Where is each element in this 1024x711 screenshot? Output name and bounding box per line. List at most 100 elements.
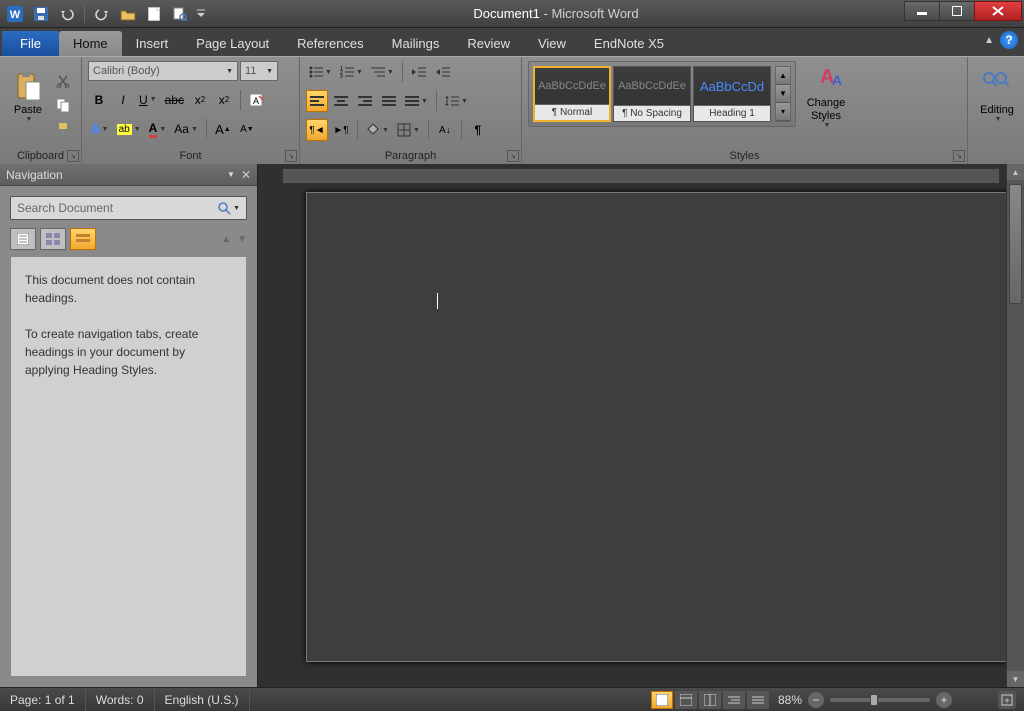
navigation-pane: Navigation ▼ ✕ Search Document ▼ ▲ ▼ Thi… (0, 164, 258, 687)
text-effects-button[interactable]: A▼ (88, 118, 112, 140)
clipboard-dialog-launcher[interactable]: ↘ (67, 150, 79, 162)
italic-button[interactable]: I (112, 89, 134, 111)
scroll-down-icon[interactable]: ▼ (1007, 671, 1024, 687)
show-marks-button[interactable]: ¶ (467, 119, 489, 141)
grow-font-button[interactable]: A▲ (212, 118, 234, 140)
navigation-menu-icon[interactable]: ▼ (227, 170, 235, 179)
gallery-more-button[interactable]: ▾ (776, 103, 790, 121)
change-case-button[interactable]: Aa▼ (171, 118, 201, 140)
style-heading-1[interactable]: AaBbCcDd Heading 1 (693, 66, 771, 122)
document-page[interactable] (306, 192, 1024, 662)
tab-view[interactable]: View (524, 31, 580, 56)
print-preview-icon[interactable] (169, 3, 191, 25)
gallery-up-button[interactable]: ▲ (776, 67, 790, 85)
align-left-button[interactable] (306, 90, 328, 112)
tab-endnote[interactable]: EndNote X5 (580, 31, 678, 56)
editing-button[interactable]: Editing▼ (974, 61, 1020, 131)
minimize-button[interactable] (904, 1, 940, 21)
status-page[interactable]: Page: 1 of 1 (0, 688, 86, 711)
superscript-button[interactable]: x2 (213, 89, 235, 111)
save-icon[interactable] (30, 3, 52, 25)
highlight-button[interactable]: ab▼ (114, 118, 144, 140)
styles-dialog-launcher[interactable]: ↘ (953, 150, 965, 162)
view-full-screen-button[interactable] (675, 691, 697, 709)
style-normal[interactable]: AaBbCcDdEe ¶ Normal (533, 66, 611, 122)
navigation-close-icon[interactable]: ✕ (241, 168, 251, 182)
distributed-button[interactable]: ▼ (402, 90, 431, 112)
navigation-search-input[interactable]: Search Document ▼ (10, 196, 247, 220)
multilevel-list-button[interactable]: ▼ (368, 61, 397, 83)
new-icon[interactable] (143, 3, 165, 25)
open-icon[interactable] (117, 3, 139, 25)
font-size-combo[interactable]: 11▼ (240, 61, 278, 81)
word-icon[interactable]: W (4, 3, 26, 25)
scroll-up-icon[interactable]: ▲ (1007, 164, 1024, 180)
view-draft-button[interactable] (747, 691, 769, 709)
tab-review[interactable]: Review (453, 31, 524, 56)
sort-button[interactable]: A↓ (434, 119, 456, 141)
clear-formatting-button[interactable]: A (246, 89, 268, 111)
zoom-thumb[interactable] (870, 694, 878, 706)
justify-button[interactable] (378, 90, 400, 112)
tab-insert[interactable]: Insert (122, 31, 183, 56)
bold-button[interactable]: B (88, 89, 110, 111)
gallery-down-button[interactable]: ▼ (776, 85, 790, 103)
view-print-layout-button[interactable] (651, 691, 673, 709)
tab-page-layout[interactable]: Page Layout (182, 31, 283, 56)
zoom-fit-button[interactable]: + (998, 691, 1016, 709)
minimize-ribbon-icon[interactable]: ▲ (984, 35, 994, 46)
nav-tab-headings[interactable] (10, 228, 36, 250)
align-center-button[interactable] (330, 90, 352, 112)
font-dialog-launcher[interactable]: ↘ (285, 150, 297, 162)
nav-tab-results[interactable] (70, 228, 96, 250)
rtl-direction-button[interactable]: ►¶ (330, 119, 352, 141)
nav-prev-icon[interactable]: ▲ (221, 234, 231, 245)
nav-tab-pages[interactable] (40, 228, 66, 250)
increase-indent-button[interactable] (432, 61, 454, 83)
help-icon[interactable]: ? (1000, 31, 1018, 49)
zoom-out-button[interactable]: − (808, 692, 824, 708)
undo-icon[interactable] (56, 3, 78, 25)
decrease-indent-button[interactable] (408, 61, 430, 83)
zoom-slider[interactable] (830, 698, 930, 702)
subscript-button[interactable]: x2 (189, 89, 211, 111)
maximize-button[interactable] (939, 1, 975, 21)
borders-button[interactable]: ▼ (394, 119, 423, 141)
align-right-button[interactable] (354, 90, 376, 112)
change-styles-button[interactable]: AA ChangeStyles▼ (800, 61, 852, 131)
tab-home[interactable]: Home (59, 31, 122, 56)
close-button[interactable] (974, 1, 1022, 21)
paragraph-dialog-launcher[interactable]: ↘ (507, 150, 519, 162)
qat-customize-icon[interactable] (195, 3, 207, 25)
tab-mailings[interactable]: Mailings (378, 31, 454, 56)
cut-button[interactable] (52, 70, 74, 92)
numbering-button[interactable]: 123▼ (337, 61, 366, 83)
ruler-horizontal[interactable] (282, 168, 1000, 184)
strikethrough-button[interactable]: abc (162, 89, 187, 111)
status-words[interactable]: Words: 0 (86, 688, 155, 711)
redo-icon[interactable] (91, 3, 113, 25)
bullets-button[interactable]: ▼ (306, 61, 335, 83)
nav-next-icon[interactable]: ▼ (237, 234, 247, 245)
paste-button[interactable]: Paste ▼ (6, 61, 50, 131)
vertical-scrollbar[interactable]: ▲ ▼ (1006, 164, 1024, 687)
file-tab[interactable]: File (2, 31, 59, 56)
status-language[interactable]: English (U.S.) (155, 688, 250, 711)
scroll-thumb[interactable] (1009, 184, 1022, 304)
line-spacing-button[interactable]: ▼ (442, 90, 471, 112)
ltr-direction-button[interactable]: ¶◄ (306, 119, 328, 141)
zoom-in-button[interactable]: + (936, 692, 952, 708)
font-name-combo[interactable]: Calibri (Body)▼ (88, 61, 238, 81)
tab-references[interactable]: References (283, 31, 377, 56)
view-web-layout-button[interactable] (699, 691, 721, 709)
qat-separator (84, 5, 85, 23)
copy-button[interactable] (52, 94, 74, 116)
style-no-spacing[interactable]: AaBbCcDdEe ¶ No Spacing (613, 66, 691, 122)
shrink-font-button[interactable]: A▼ (236, 118, 258, 140)
underline-button[interactable]: U▼ (136, 89, 160, 111)
shading-button[interactable]: ▼ (363, 119, 392, 141)
format-painter-button[interactable] (52, 118, 74, 140)
view-outline-button[interactable] (723, 691, 745, 709)
font-color-button[interactable]: A▼ (146, 118, 170, 140)
zoom-value[interactable]: 88% (778, 693, 802, 707)
